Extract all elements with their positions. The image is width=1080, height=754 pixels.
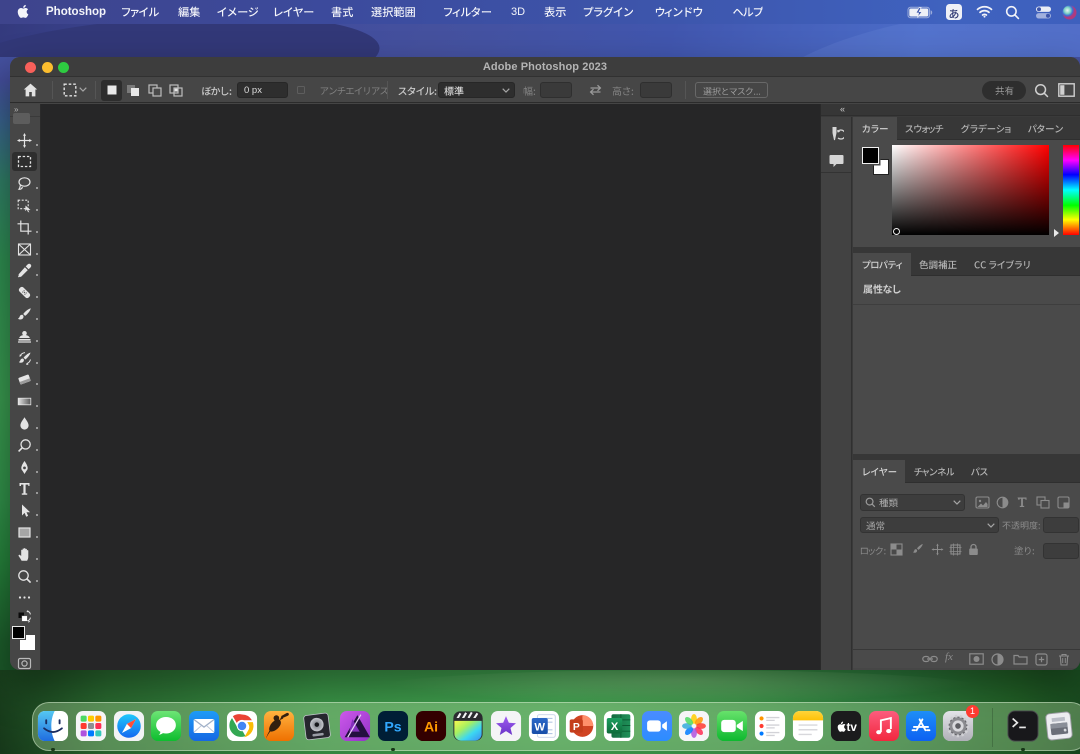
svg-text:Ai: Ai (424, 719, 438, 735)
svg-text:tv: tv (846, 721, 857, 734)
svg-text:P: P (573, 722, 580, 733)
svg-text:W: W (534, 722, 545, 734)
svg-text:Ps: Ps (384, 719, 401, 735)
svg-text:X: X (611, 721, 619, 733)
